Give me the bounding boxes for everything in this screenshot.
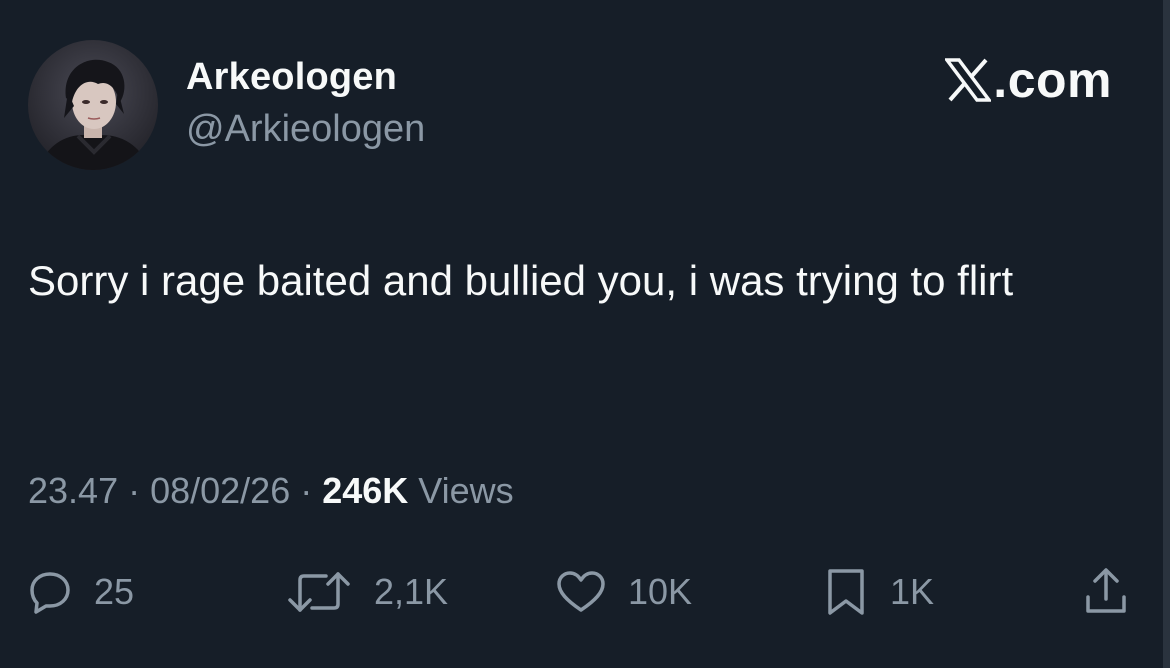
retweet-button[interactable]: 2,1K (286, 564, 448, 620)
reply-icon (28, 570, 72, 614)
brand-watermark: .com (945, 52, 1112, 108)
reply-button[interactable]: 25 (28, 564, 134, 620)
heart-icon (556, 570, 606, 614)
avatar-image (28, 40, 158, 170)
views-count[interactable]: 246K (322, 470, 408, 511)
tweet-time[interactable]: 23.47 (28, 470, 118, 511)
tweet-card: Arkeologen @Arkieologen .com Sorry i rag… (0, 0, 1170, 668)
share-button[interactable] (1084, 564, 1128, 620)
tweet-meta: 23.47 · 08/02/26 · 246K Views (28, 470, 514, 512)
action-bar: 25 2,1K 10K 1K (28, 564, 1143, 620)
retweet-count: 2,1K (374, 571, 449, 612)
author-handle[interactable]: @Arkieologen (186, 108, 425, 151)
brand-text: .com (993, 52, 1112, 108)
share-icon (1084, 567, 1128, 617)
tweet-date[interactable]: 08/02/26 (150, 470, 290, 511)
tweet-text: Sorry i rage baited and bullied you, i w… (28, 257, 1014, 304)
bookmark-count: 1K (890, 571, 935, 612)
bookmark-button[interactable]: 1K (824, 564, 934, 620)
meta-separator: · (118, 470, 151, 511)
reply-count: 25 (94, 571, 135, 612)
like-count: 10K (628, 571, 693, 612)
x-logo-icon (945, 58, 992, 102)
retweet-icon (286, 570, 352, 614)
author-display-name[interactable]: Arkeologen (186, 56, 397, 99)
like-button[interactable]: 10K (556, 564, 692, 620)
meta-separator: · (290, 470, 323, 511)
avatar[interactable] (28, 40, 158, 170)
bookmark-icon (824, 567, 868, 617)
scrollbar[interactable] (1163, 0, 1170, 668)
views-label: Views (408, 470, 514, 511)
